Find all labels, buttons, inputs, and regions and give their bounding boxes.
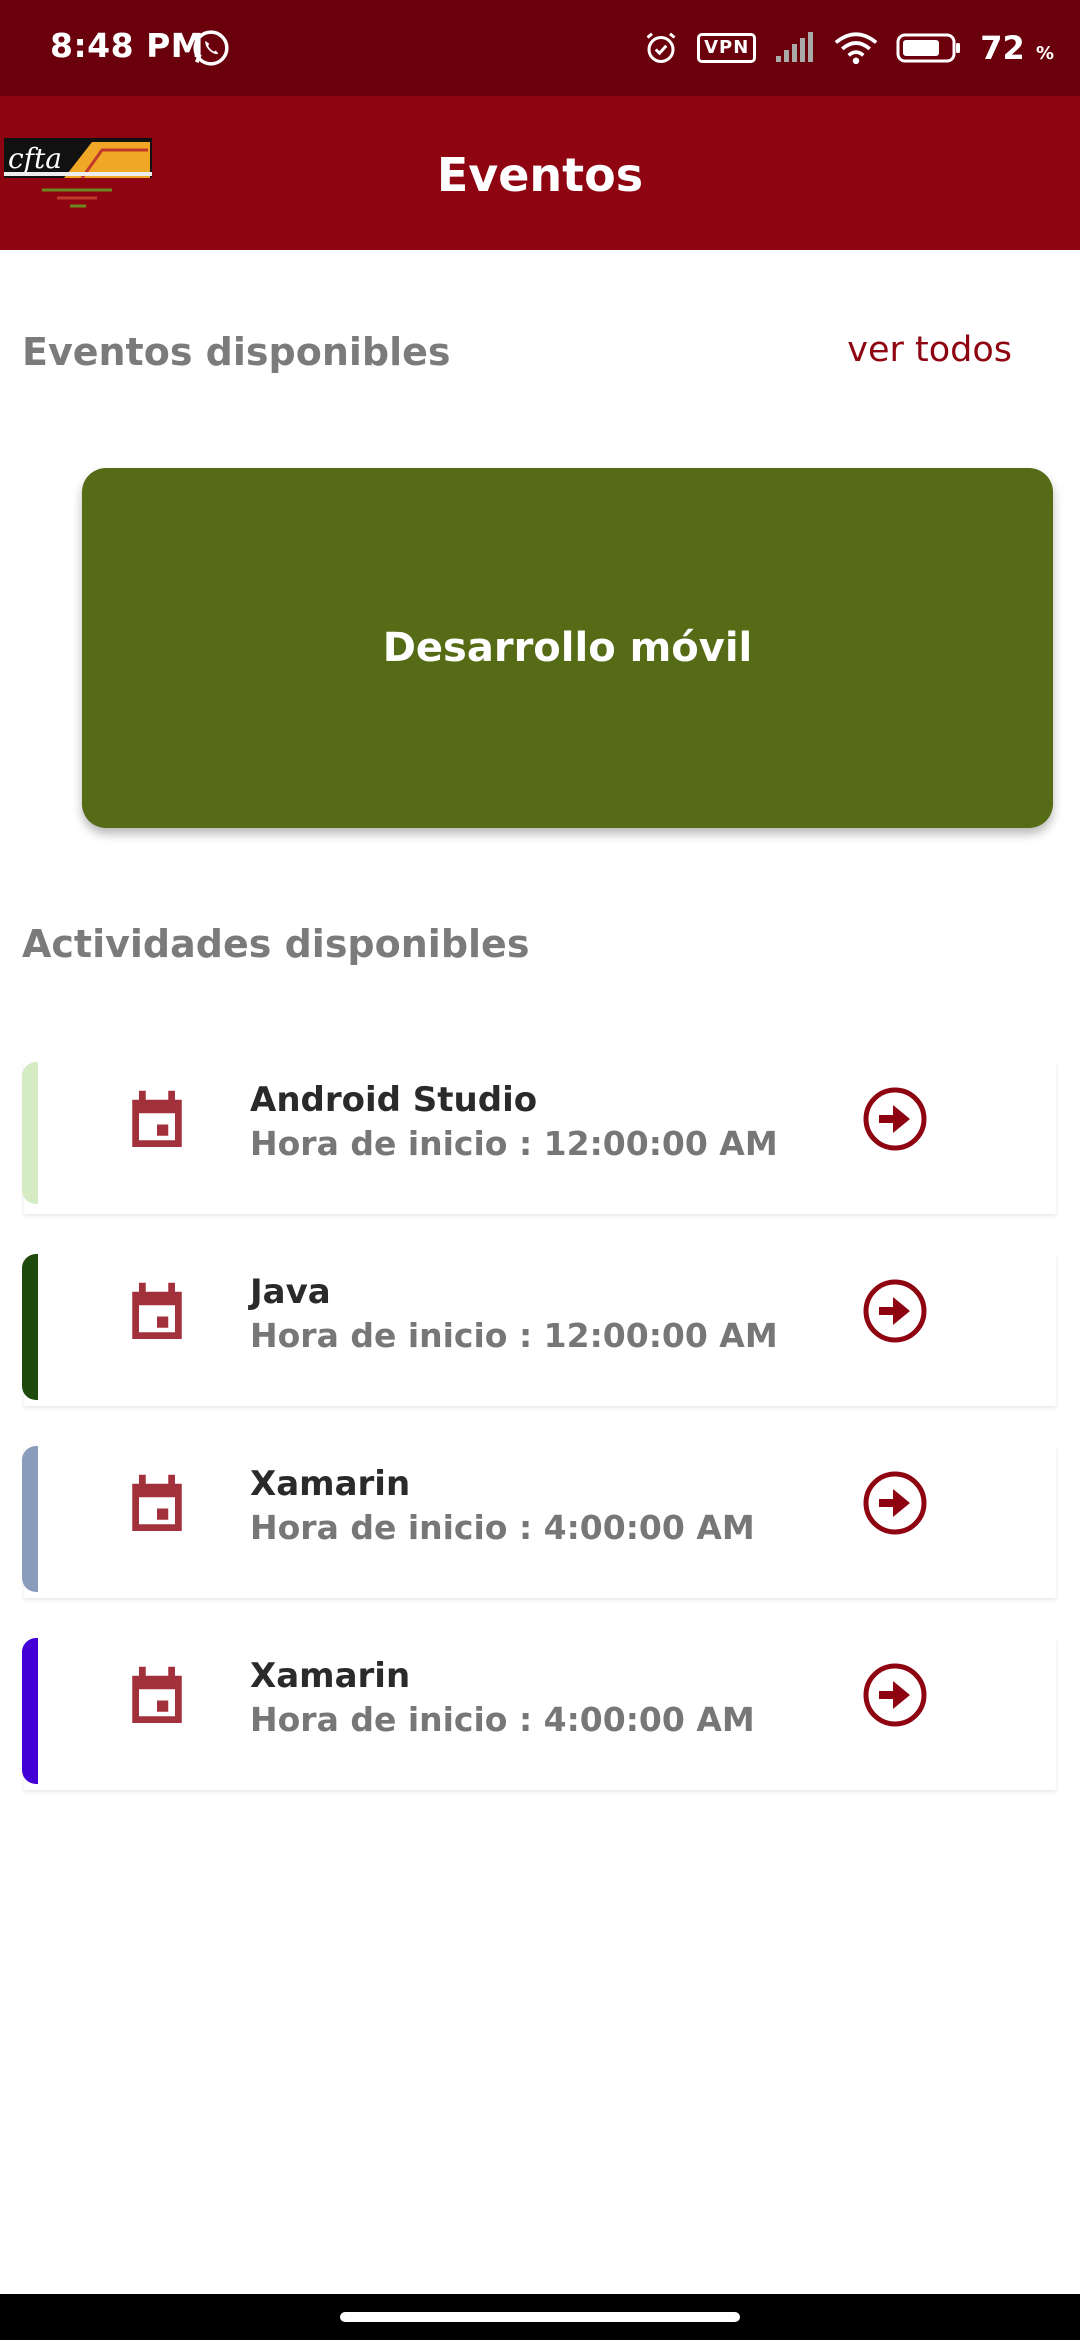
arrow-right-circle-icon[interactable]: [862, 1470, 928, 1536]
arrow-right-circle-icon[interactable]: [862, 1662, 928, 1728]
activity-name: Android Studio: [250, 1080, 538, 1120]
activity-item[interactable]: Java Hora de inicio : 12:00:00 AM: [22, 1254, 1056, 1406]
battery-icon: [896, 33, 961, 63]
activity-start-time: Hora de inicio : 12:00:00 AM: [250, 1124, 778, 1163]
see-all-link[interactable]: ver todos: [847, 330, 1012, 370]
activity-accent-bar: [22, 1638, 38, 1784]
calendar-icon: [132, 1090, 182, 1147]
activity-start-time: Hora de inicio : 4:00:00 AM: [250, 1508, 755, 1547]
arrow-right-circle-icon[interactable]: [862, 1278, 928, 1344]
battery-percentage: 72 %: [980, 29, 1054, 67]
calendar-icon: [132, 1474, 182, 1531]
home-gesture-bar[interactable]: [340, 2312, 740, 2322]
page-title: Eventos: [436, 148, 644, 202]
signal-icon: [776, 32, 814, 62]
event-card-title: Desarrollo móvil: [382, 625, 753, 671]
activity-accent-bar: [22, 1254, 38, 1400]
events-section-title: Eventos disponibles: [22, 330, 451, 374]
event-card[interactable]: Desarrollo móvil: [82, 468, 1053, 828]
status-bar: 8:48 PM VPN 72 %: [0, 0, 1080, 96]
activity-start-time: Hora de inicio : 12:00:00 AM: [250, 1316, 778, 1355]
activity-name: Java: [250, 1272, 331, 1312]
system-nav-bar: [0, 2294, 1080, 2340]
activities-section-title: Actividades disponibles: [22, 922, 530, 966]
alarm-icon: [646, 32, 676, 63]
activity-name: Xamarin: [250, 1656, 411, 1696]
calendar-icon: [132, 1282, 182, 1339]
calendar-icon: [132, 1666, 182, 1723]
status-time: 8:48 PM: [50, 26, 205, 65]
activity-accent-bar: [22, 1062, 38, 1204]
activity-item[interactable]: Xamarin Hora de inicio : 4:00:00 AM: [22, 1446, 1056, 1598]
activity-start-time: Hora de inicio : 4:00:00 AM: [250, 1700, 755, 1739]
activity-name: Xamarin: [250, 1464, 411, 1504]
activity-item[interactable]: Android Studio Hora de inicio : 12:00:00…: [22, 1062, 1056, 1214]
whatsapp-icon: [193, 30, 229, 66]
wifi-icon: [834, 32, 878, 65]
activity-accent-bar: [22, 1446, 38, 1592]
status-indicators: VPN 72 %: [625, 24, 1054, 72]
arrow-right-circle-icon[interactable]: [862, 1086, 928, 1152]
activity-item[interactable]: Xamarin Hora de inicio : 4:00:00 AM: [22, 1638, 1056, 1790]
vpn-badge: VPN: [697, 33, 757, 63]
